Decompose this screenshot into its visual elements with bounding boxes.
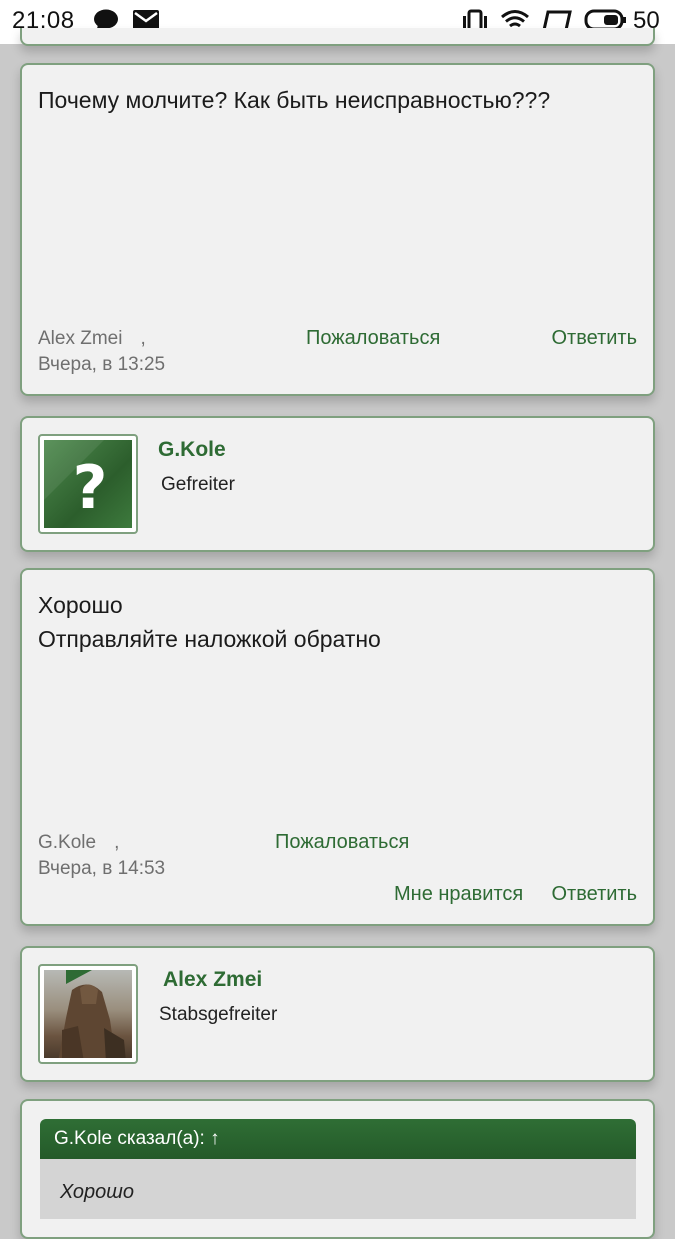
report-link[interactable]: Пожаловаться	[275, 831, 409, 854]
post-author[interactable]: G.Kole	[38, 832, 96, 853]
post-text-line: Отправляйте наложкой обратно	[38, 626, 381, 652]
post-text: Почему молчите? Как быть неисправностью?…	[38, 83, 550, 117]
svg-text:?: ?	[73, 453, 108, 523]
user-rank: Stabsgefreiter	[159, 1004, 278, 1025]
post-text-line: Хорошо	[38, 592, 123, 618]
post-meta-separator: ,	[114, 832, 120, 853]
post-meta: Alex Zmei, Вчера, в 13:25	[38, 326, 165, 378]
report-link[interactable]: Пожаловаться	[306, 327, 440, 350]
post-card: Почему молчите? Как быть неисправностью?…	[20, 63, 655, 396]
post-meta-separator: ,	[140, 328, 146, 349]
like-link[interactable]: Мне нравится	[394, 883, 523, 906]
user-card: Alex Zmei Stabsgefreiter	[20, 946, 655, 1082]
username[interactable]: G.Kole	[158, 438, 226, 462]
reply-link[interactable]: Ответить	[552, 883, 638, 906]
avatar[interactable]: ?	[38, 434, 138, 534]
post-date: Вчера, в 13:25	[38, 354, 166, 375]
post-text: Хорошо Отправляйте наложкой обратно	[38, 588, 381, 656]
post-card: G.Kole сказал(а): ↑ Хорошо	[20, 1099, 655, 1239]
post-card: Хорошо Отправляйте наложкой обратно G.Ko…	[20, 568, 655, 926]
previous-card-stub	[20, 28, 655, 46]
post-date: Вчера, в 14:53	[38, 858, 166, 879]
post-meta: G.Kole, Вчера, в 14:53	[38, 830, 165, 882]
post-text-line: Почему молчите? Как быть неисправностью?…	[38, 87, 551, 113]
quote-header[interactable]: G.Kole сказал(а): ↑	[40, 1119, 636, 1159]
user-rank: Gefreiter	[161, 474, 235, 495]
reply-link[interactable]: Ответить	[552, 327, 638, 350]
quote-body: Хорошо	[40, 1159, 636, 1219]
username[interactable]: Alex Zmei	[163, 968, 262, 992]
question-mark-icon: ?	[44, 440, 108, 523]
avatar[interactable]	[38, 964, 138, 1064]
user-photo-image	[58, 970, 126, 1058]
user-card: ? G.Kole Gefreiter	[20, 416, 655, 552]
quote-header-text: G.Kole сказал(а): ↑	[54, 1128, 220, 1149]
post-author[interactable]: Alex Zmei	[38, 328, 122, 349]
